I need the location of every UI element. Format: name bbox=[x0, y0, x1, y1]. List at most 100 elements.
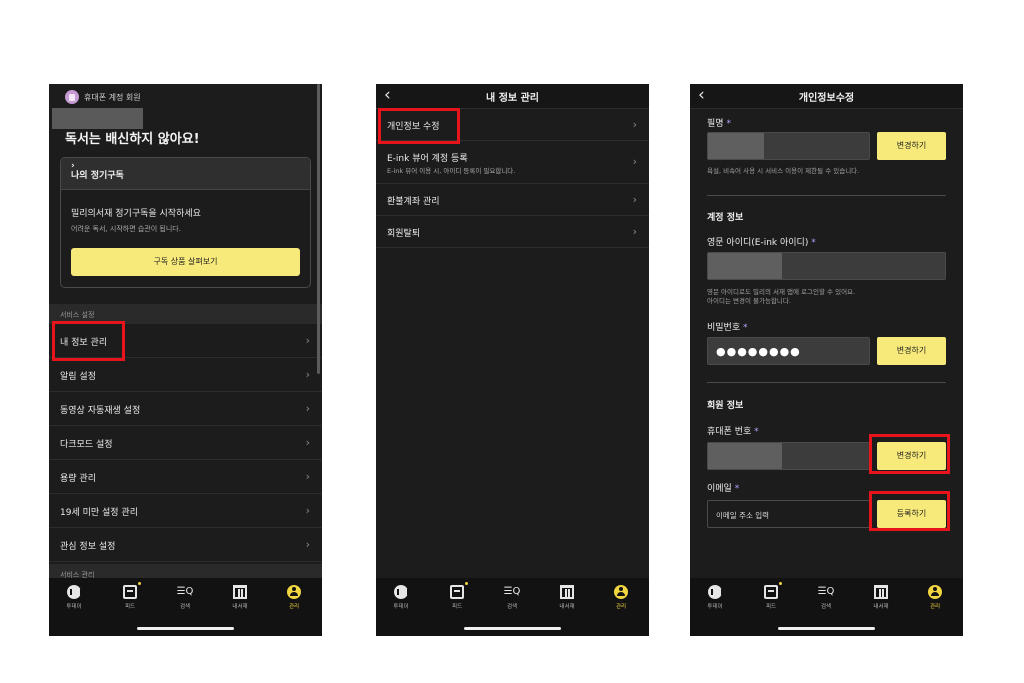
password-label: 비밀번호 * bbox=[707, 320, 748, 333]
menu-item-dark-mode[interactable]: 다크모드 설정 › bbox=[49, 426, 322, 460]
menu-item-notifications[interactable]: 알림 설정 › bbox=[49, 358, 322, 392]
blurred-value bbox=[708, 133, 764, 159]
menu-item-video-autoplay[interactable]: 동영상 자동재생 설정 › bbox=[49, 392, 322, 426]
required-mark: * bbox=[726, 119, 731, 129]
library-icon bbox=[233, 585, 247, 599]
home-indicator bbox=[778, 627, 875, 630]
email-field[interactable]: 이메일 주소 입력 bbox=[707, 500, 870, 528]
tab-search[interactable]: ☰Q 검색 bbox=[487, 585, 537, 610]
tab-label: 내서재 bbox=[559, 604, 575, 610]
tab-feed[interactable]: 피드 bbox=[105, 582, 155, 610]
change-password-button[interactable]: 변경하기 bbox=[877, 337, 946, 365]
subscription-card: 나의 정기구독 › 밀리의서재 정기구독을 시작하세요 어려운 독서, 시작하면… bbox=[60, 157, 311, 288]
chevron-right-icon: › bbox=[305, 537, 310, 551]
tab-today[interactable]: 투데이 bbox=[49, 585, 99, 610]
chevron-right-icon: › bbox=[305, 333, 310, 347]
required-mark: * bbox=[734, 484, 740, 494]
browse-subscriptions-button[interactable]: 구독 상품 살펴보기 bbox=[71, 248, 300, 276]
chevron-right-icon: › bbox=[632, 192, 637, 206]
tab-library[interactable]: 내서재 bbox=[856, 585, 906, 610]
menu-item-label: 회원탈퇴 bbox=[387, 229, 421, 239]
feed-icon bbox=[123, 582, 141, 599]
help-line: 아이디는 변경이 불가능합니다. bbox=[707, 297, 791, 305]
tab-library[interactable]: 내서재 bbox=[542, 585, 592, 610]
highlight-box bbox=[378, 108, 460, 144]
tab-label: 피드 bbox=[451, 604, 463, 610]
top-bar: ‹ 개인정보수정 bbox=[690, 84, 963, 109]
menu-item-label: 용량 관리 bbox=[60, 474, 96, 484]
pen-name-label: 필명 * bbox=[707, 116, 731, 129]
tab-label: 관리 bbox=[615, 604, 627, 610]
chevron-right-icon: › bbox=[305, 435, 310, 449]
chevron-right-icon: › bbox=[632, 224, 637, 238]
menu-item-refund-account[interactable]: 환불계좌 관리 › bbox=[376, 184, 649, 216]
tab-search[interactable]: ☰Q 검색 bbox=[160, 585, 210, 610]
change-pen-name-button[interactable]: 변경하기 bbox=[877, 132, 946, 160]
section-label: 서비스 설정 bbox=[60, 311, 95, 319]
phone-screen-edit-profile: ‹ 개인정보수정 필명 * 변경하기 욕설, 비속어 사용 시 서비스 이용이 … bbox=[690, 84, 963, 636]
eng-id-help: 영문 아이디로도 밀리의 서재 앱에 로그인할 수 있어요. 아이디는 변경이 … bbox=[707, 288, 855, 306]
tab-search[interactable]: ☰Q 검색 bbox=[801, 585, 851, 610]
eng-id-label: 영문 아이디(E-ink 아이디) * bbox=[707, 235, 816, 248]
pen-name-help: 욕설, 비속어 사용 시 서비스 이용이 제한될 수 있습니다. bbox=[707, 167, 860, 175]
feed-icon bbox=[450, 582, 468, 599]
tab-label: 관리 bbox=[288, 604, 300, 610]
profile-icon bbox=[928, 585, 942, 599]
phone-number-label: 휴대폰 번호 * bbox=[707, 424, 759, 437]
tab-label: 투데이 bbox=[66, 604, 82, 610]
today-icon bbox=[394, 585, 409, 599]
tab-label: 관리 bbox=[929, 604, 941, 610]
eng-id-field bbox=[707, 252, 946, 280]
menu-item-under-19[interactable]: 19세 미만 설정 관리 › bbox=[49, 494, 322, 528]
chevron-right-icon: › bbox=[305, 367, 310, 381]
top-bar: ‹ 내 정보 관리 bbox=[376, 84, 649, 109]
password-mask: ●●●●●●●● bbox=[716, 345, 801, 358]
phone-screen-manage: 휴대폰 계정 회원 독서는 배신하지 않아요! 나의 정기구독 › 밀리의서재 … bbox=[49, 84, 322, 636]
chevron-right-icon: › bbox=[305, 469, 310, 483]
email-placeholder: 이메일 주소 입력 bbox=[716, 511, 770, 520]
bottom-tab-bar: 투데이 피드 ☰Q 검색 내서재 관리 bbox=[49, 578, 322, 636]
profile-icon bbox=[614, 585, 628, 599]
field-label-text: 영문 아이디(E-ink 아이디) bbox=[707, 238, 809, 248]
section-title-member: 회원 정보 bbox=[707, 401, 744, 411]
subscription-card-header[interactable]: 나의 정기구독 › bbox=[61, 158, 310, 190]
tab-manage[interactable]: 관리 bbox=[596, 585, 646, 610]
home-indicator bbox=[464, 627, 561, 630]
tab-label: 피드 bbox=[124, 604, 136, 610]
blurred-value bbox=[708, 443, 782, 469]
tab-label: 투데이 bbox=[707, 604, 723, 610]
menu-item-label: 알림 설정 bbox=[60, 372, 96, 382]
tab-today[interactable]: 투데이 bbox=[690, 585, 740, 610]
menu-item-eink-account[interactable]: E-ink 뷰어 계정 등록 E-ink 뷰어 이용 시, 아이디 등록이 필요… bbox=[376, 141, 649, 184]
tab-manage[interactable]: 관리 bbox=[269, 585, 319, 610]
tab-label: 내서재 bbox=[873, 604, 889, 610]
field-label-text: 이메일 bbox=[707, 484, 732, 494]
menu-item-storage[interactable]: 용량 관리 › bbox=[49, 460, 322, 494]
scrollbar[interactable] bbox=[317, 84, 320, 374]
phone-number-field[interactable] bbox=[707, 442, 870, 470]
menu-item-withdraw[interactable]: 회원탈퇴 › bbox=[376, 216, 649, 248]
pen-name-field[interactable] bbox=[707, 132, 870, 160]
tab-label: 검색 bbox=[820, 604, 832, 610]
tab-library[interactable]: 내서재 bbox=[215, 585, 265, 610]
help-line: 영문 아이디로도 밀리의 서재 앱에 로그인할 수 있어요. bbox=[707, 288, 856, 296]
highlight-box bbox=[869, 491, 950, 531]
tab-feed[interactable]: 피드 bbox=[746, 582, 796, 610]
bottom-tab-bar: 투데이 피드 ☰Q 검색 내서재 관리 bbox=[376, 578, 649, 636]
tab-manage[interactable]: 관리 bbox=[910, 585, 960, 610]
feed-icon bbox=[764, 582, 782, 599]
field-label-text: 휴대폰 번호 bbox=[707, 427, 752, 437]
tab-today[interactable]: 투데이 bbox=[376, 585, 426, 610]
menu-item-label: 환불계좌 관리 bbox=[387, 197, 440, 207]
chevron-right-icon: › bbox=[632, 155, 637, 168]
password-field[interactable]: ●●●●●●●● bbox=[707, 337, 870, 365]
bottom-tab-bar: 투데이 피드 ☰Q 검색 내서재 관리 bbox=[690, 578, 963, 636]
blurred-value bbox=[708, 253, 782, 279]
menu-item-interests[interactable]: 관심 정보 설정 › bbox=[49, 528, 322, 562]
subscription-promo-text: 밀리의서재 정기구독을 시작하세요 bbox=[71, 209, 201, 219]
search-icon: ☰Q bbox=[503, 586, 521, 597]
chevron-right-icon: › bbox=[632, 117, 637, 131]
tab-feed[interactable]: 피드 bbox=[432, 582, 482, 610]
page-title: 개인정보수정 bbox=[798, 93, 855, 104]
today-icon bbox=[708, 585, 723, 599]
